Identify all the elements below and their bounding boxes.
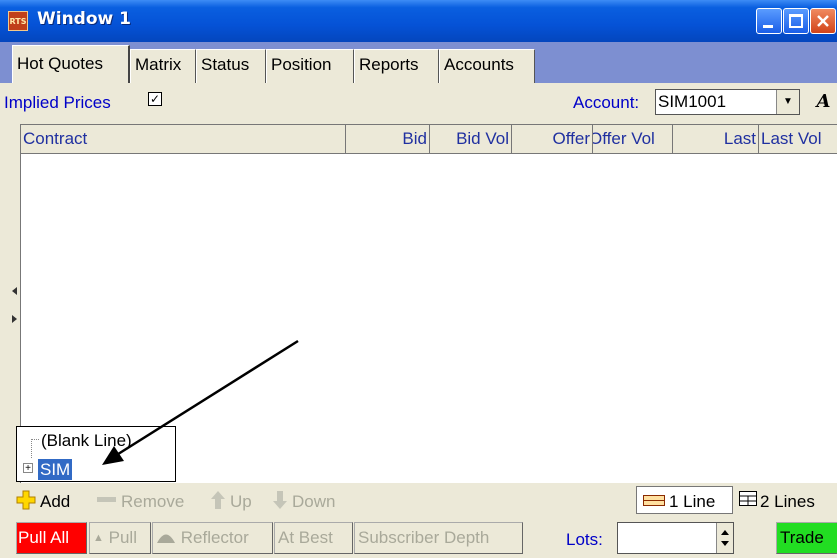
- font-button[interactable]: A: [810, 89, 837, 115]
- minus-icon: [97, 497, 116, 502]
- expand-right-icon[interactable]: [12, 315, 17, 323]
- one-line-label: 1 Line: [669, 492, 716, 511]
- col-offer-vol[interactable]: Offer Vol: [593, 125, 673, 153]
- reflector-icon: [157, 534, 175, 543]
- remove-button[interactable]: Remove: [121, 492, 184, 512]
- app-icon[interactable]: RTS: [8, 11, 28, 31]
- tab-matrix[interactable]: Matrix: [130, 49, 196, 83]
- account-value: SIM1001: [658, 92, 727, 111]
- col-offer-vol-label: Offer Vol: [593, 129, 655, 148]
- tab-accounts[interactable]: Accounts: [439, 49, 535, 83]
- check-icon: ✓: [149, 92, 161, 106]
- tab-hot-quotes[interactable]: Hot Quotes: [12, 45, 130, 83]
- grid-header: Contract Bid Bid Vol Offer Offer Vol Las…: [21, 125, 837, 154]
- minimize-button[interactable]: [756, 8, 782, 34]
- lots-input[interactable]: [617, 522, 734, 554]
- stepper-up-icon[interactable]: [721, 530, 729, 535]
- one-line-toggle[interactable]: 1 Line: [636, 486, 733, 514]
- stepper-down-icon[interactable]: [721, 541, 729, 546]
- col-contract[interactable]: Contract: [21, 125, 346, 153]
- one-line-icon: [643, 495, 665, 506]
- implied-prices-checkbox[interactable]: ✓: [148, 92, 162, 106]
- implied-prices-label: Implied Prices: [4, 93, 111, 112]
- pull-icon: ▲: [93, 532, 104, 544]
- lots-stepper[interactable]: [716, 523, 733, 553]
- sim-item[interactable]: SIM: [38, 459, 73, 480]
- contract-picker-popup: (Blank Line) + SIM: [16, 426, 176, 482]
- pull-button[interactable]: ▲ Pull: [89, 522, 151, 554]
- account-select[interactable]: SIM1001 ▼: [655, 89, 800, 115]
- subscriber-depth-button[interactable]: Subscriber Depth: [354, 522, 523, 554]
- up-arrow-icon: [211, 491, 225, 509]
- close-icon: [817, 15, 829, 27]
- expand-icon[interactable]: +: [23, 463, 33, 474]
- trade-button[interactable]: Trade: [776, 522, 837, 554]
- tree-connector: [31, 439, 39, 458]
- tab-status[interactable]: Status: [196, 49, 266, 83]
- tab-reports[interactable]: Reports: [354, 49, 439, 83]
- tab-position[interactable]: Position: [266, 49, 354, 83]
- minimize-icon: [763, 25, 773, 28]
- maximize-icon: [789, 14, 803, 28]
- col-last[interactable]: Last: [673, 125, 759, 153]
- add-button[interactable]: Add: [40, 492, 70, 512]
- col-last-vol[interactable]: Last Vol: [759, 125, 837, 153]
- col-bid[interactable]: Bid: [346, 125, 430, 153]
- reflector-label: Reflector: [180, 528, 249, 547]
- pull-all-button[interactable]: Pull All: [16, 522, 87, 554]
- at-best-button[interactable]: At Best: [274, 522, 353, 554]
- col-offer[interactable]: Offer: [512, 125, 593, 153]
- window-title: Window 1: [37, 9, 131, 29]
- tab-strip: Hot Quotes Matrix Status Position Report…: [0, 42, 837, 83]
- plus-icon: [16, 490, 36, 510]
- window: RTS Window 1 Hot Quotes Matrix Status Po…: [0, 0, 837, 558]
- dropdown-arrow-icon[interactable]: ▼: [776, 90, 799, 114]
- pull-label: Pull: [108, 528, 137, 547]
- close-button[interactable]: [810, 8, 836, 34]
- lots-label: Lots:: [566, 530, 603, 549]
- two-lines-icon: [739, 491, 757, 506]
- col-bid-vol[interactable]: Bid Vol: [430, 125, 512, 153]
- collapse-left-icon[interactable]: [12, 287, 17, 295]
- down-arrow-icon: [273, 491, 287, 509]
- down-button[interactable]: Down: [292, 492, 335, 512]
- up-button[interactable]: Up: [230, 492, 252, 512]
- title-bar[interactable]: RTS Window 1: [0, 0, 837, 42]
- maximize-button[interactable]: [783, 8, 809, 34]
- reflector-button[interactable]: Reflector: [152, 522, 273, 554]
- two-lines-toggle[interactable]: 2 Lines: [760, 492, 815, 512]
- blank-line-item[interactable]: (Blank Line): [41, 431, 132, 451]
- account-label: Account:: [573, 93, 640, 112]
